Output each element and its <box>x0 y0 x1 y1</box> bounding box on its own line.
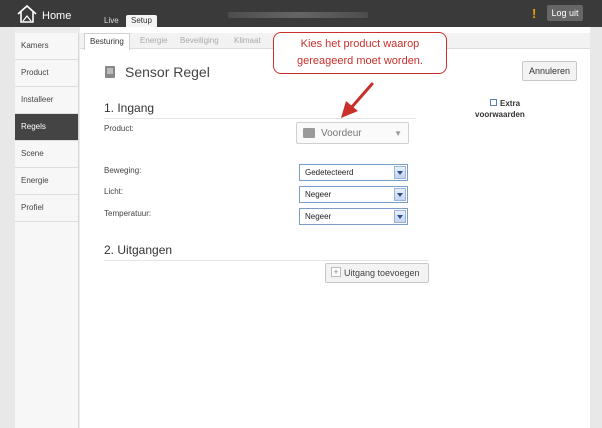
tab-besturing[interactable]: Besturing <box>84 33 130 50</box>
sidebar-item-regels[interactable]: Regels <box>15 114 78 141</box>
sidebar-item-profiel[interactable]: Profiel <box>15 195 78 222</box>
select-value: Negeer <box>305 190 332 199</box>
product-value: Voordeur <box>321 128 362 139</box>
divider <box>104 260 429 261</box>
sidebar-item-energie[interactable]: Energie <box>15 168 78 195</box>
left-gutter <box>0 27 15 428</box>
dropdown-arrow-icon[interactable] <box>394 210 406 223</box>
annotation-callout: Kies het product waarop gereageerd moet … <box>273 32 447 74</box>
sidebar: Kamers Product Installeer Regels Scene E… <box>15 33 79 428</box>
sidebar-item-installeer[interactable]: Installeer <box>15 87 78 114</box>
house-icon <box>17 4 37 23</box>
extra-conditions-label[interactable]: Extra voorwaarden <box>475 98 545 120</box>
page-title: Sensor Regel <box>125 64 210 80</box>
sidebar-item-kamers[interactable]: Kamers <box>15 33 78 60</box>
redacted-area <box>228 12 368 18</box>
logout-button[interactable]: Log uit <box>547 5 583 21</box>
tab-live[interactable]: Live <box>99 15 124 27</box>
sidebar-item-product[interactable]: Product <box>15 60 78 87</box>
divider <box>104 118 416 119</box>
app-title: Home <box>42 10 72 22</box>
add-output-button[interactable]: + Uitgang toevoegen <box>325 263 429 283</box>
cancel-button[interactable]: Annuleren <box>522 61 577 81</box>
main-panel: Besturing Energie Beveiliging Klimaat Se… <box>80 27 590 428</box>
tab-klimaat[interactable]: Klimaat <box>234 33 261 49</box>
chevron-down-icon: ▼ <box>394 129 402 138</box>
top-bar: Home Live Setup ! Log uit <box>0 0 602 27</box>
field-label-licht: Licht: <box>104 187 124 196</box>
exclamation-icon[interactable]: ! <box>532 6 536 21</box>
select-value: Gedetecteerd <box>305 168 354 177</box>
beweging-select[interactable]: Gedetecteerd <box>299 164 408 181</box>
field-label-beweging: Beweging: <box>104 166 142 175</box>
plus-icon: + <box>331 267 341 277</box>
tab-setup[interactable]: Setup <box>126 15 157 27</box>
home-logo[interactable]: Home <box>16 4 76 24</box>
device-icon <box>303 128 315 138</box>
right-gutter <box>590 27 602 428</box>
sensor-icon <box>105 66 115 78</box>
tab-beveiliging[interactable]: Beveiliging <box>180 33 219 49</box>
select-value: Negeer <box>305 212 332 221</box>
dropdown-arrow-icon[interactable] <box>394 166 406 179</box>
licht-select[interactable]: Negeer <box>299 186 408 203</box>
sidebar-item-scene[interactable]: Scene <box>15 141 78 168</box>
add-output-label: Uitgang toevoegen <box>344 268 420 278</box>
product-select[interactable]: Voordeur ▼ <box>296 122 409 144</box>
field-label-temperatuur: Temperatuur: <box>104 209 152 218</box>
product-label: Product: <box>104 124 134 133</box>
dropdown-arrow-icon[interactable] <box>394 188 406 201</box>
tab-energie[interactable]: Energie <box>140 33 168 49</box>
section-output-title: 2. Uitgangen <box>104 243 173 257</box>
temperatuur-select[interactable]: Negeer <box>299 208 408 225</box>
section-input-title: 1. Ingang <box>104 101 155 115</box>
